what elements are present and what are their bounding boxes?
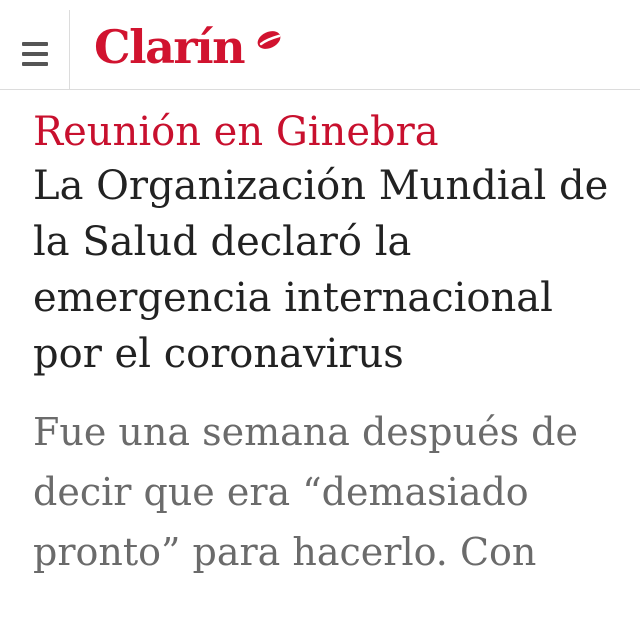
menu-bar	[22, 52, 48, 56]
site-header: Clarín	[0, 0, 640, 90]
brand-logo-text: Clarín	[94, 20, 246, 74]
article: Reunión en Ginebra La Organización Mundi…	[33, 106, 623, 582]
brand-logo-mark-icon	[257, 31, 281, 49]
article-summary: Fue una semana después de decir que era …	[33, 410, 578, 574]
menu-bar	[22, 62, 48, 66]
article-headline[interactable]: La Organización Mundial de la Salud decl…	[33, 158, 613, 382]
menu-button[interactable]	[0, 10, 70, 90]
brand-logo-link[interactable]: Clarín	[94, 17, 281, 77]
article-kicker: Reunión en Ginebra	[33, 109, 439, 155]
menu-bar	[22, 42, 48, 46]
